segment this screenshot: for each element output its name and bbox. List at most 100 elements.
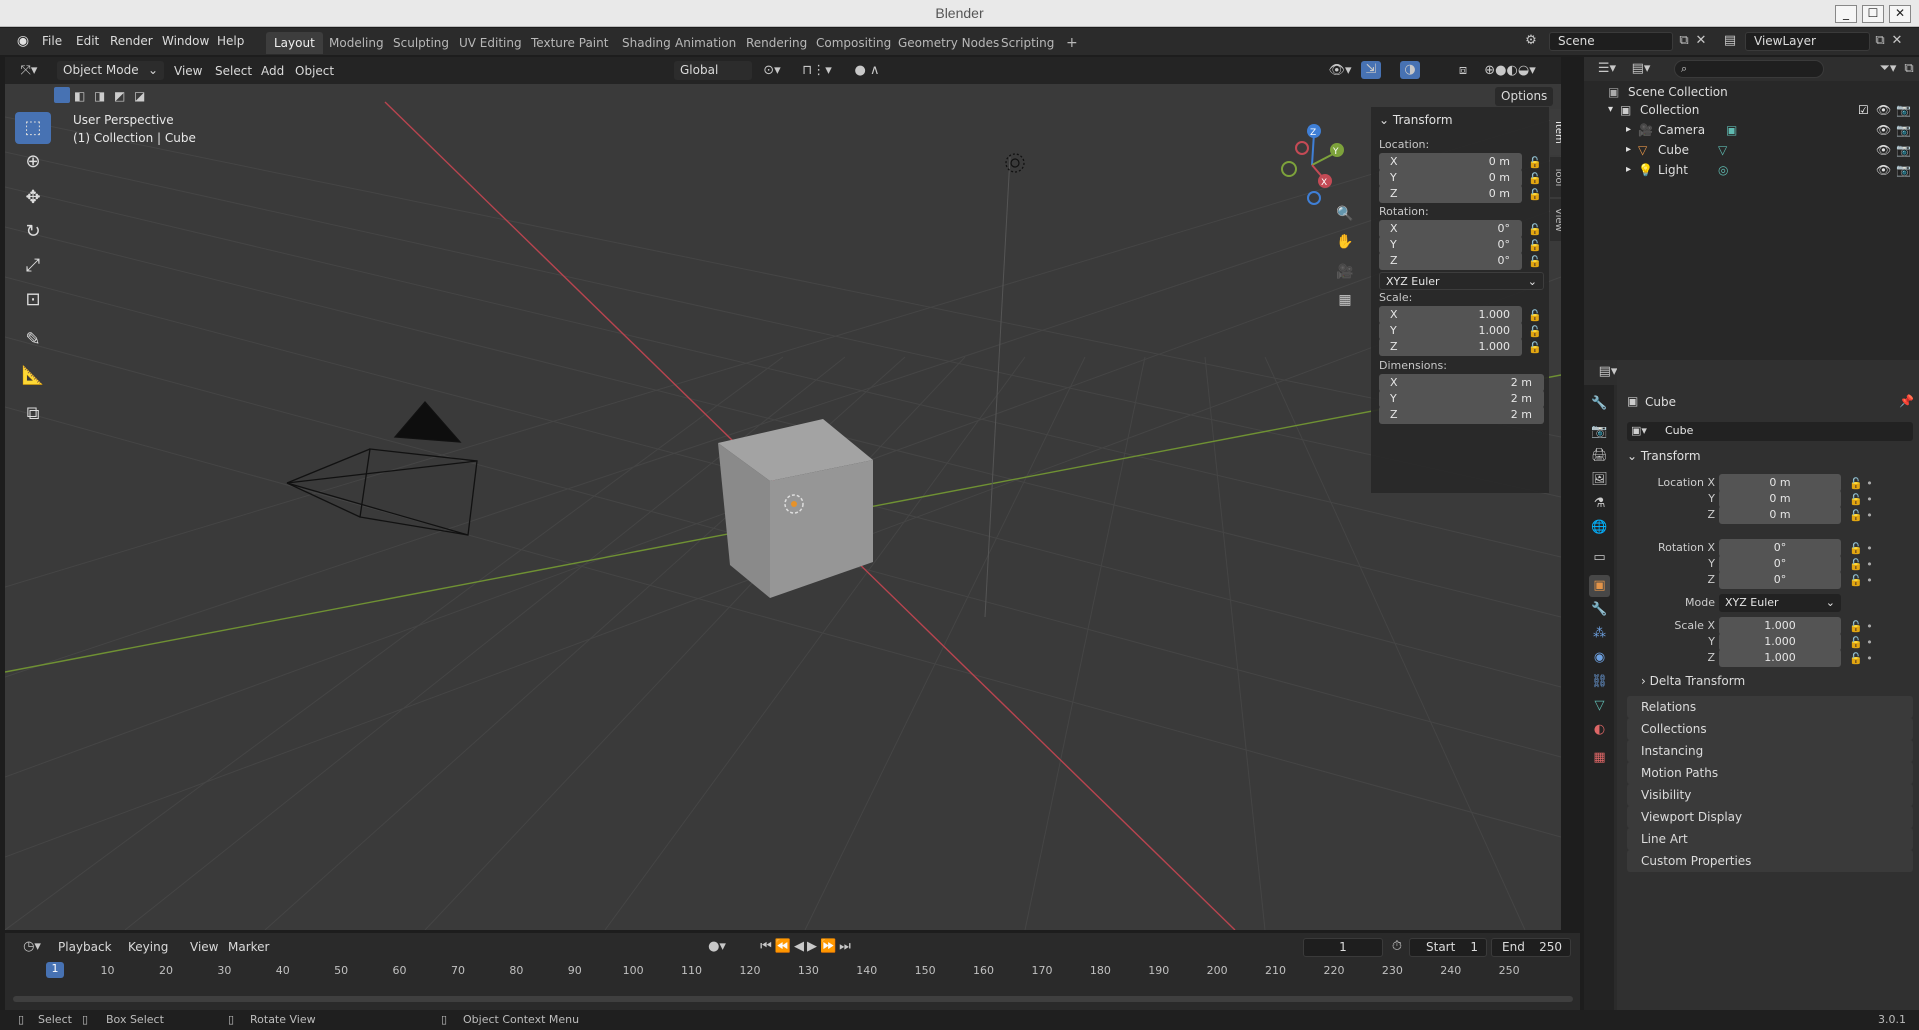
npanel-scale-z[interactable]: Z 1.000 [1379,338,1522,356]
chevron-right-icon[interactable]: ▸ [1626,140,1631,160]
timeline-view-menu[interactable]: View [190,938,218,956]
start-frame-field[interactable]: Start 1 [1409,938,1487,957]
eye-icon[interactable]: 👁 [1876,160,1891,180]
tab-geometry-nodes[interactable]: Geometry Nodes [890,32,1007,54]
physics-tab-icon[interactable]: ◉ [1589,647,1610,669]
light-object[interactable] [1005,153,1025,173]
xray-icon[interactable]: ⧈ [1455,62,1471,80]
add-workspace-button[interactable]: + [1058,32,1086,54]
gizmo-neg-x-icon[interactable] [1295,141,1309,155]
material-tab-icon[interactable]: ◐ [1589,719,1610,741]
object-menu[interactable]: Object [295,62,334,80]
zoom-icon[interactable]: 🔍 [1335,205,1355,223]
playback-menu[interactable]: Playback [58,938,112,956]
section-collections[interactable]: Collections [1627,718,1913,740]
npanel-rotation-mode-dropdown[interactable]: XYZ Euler ⌄ [1379,272,1544,290]
transform-panel-header[interactable]: ⌄ Transform [1627,449,1701,463]
cube-object[interactable] [718,419,873,598]
view-menu[interactable]: View [174,62,202,80]
tab-sculpting[interactable]: Sculpting [385,32,457,54]
minimize-button[interactable]: _ [1835,5,1857,23]
camera-data-icon[interactable]: ▣ [1726,120,1737,140]
rotation-z-field[interactable]: 0° [1719,571,1841,589]
gizmo-neg-y-icon[interactable] [1281,161,1297,177]
menu-file[interactable]: File [35,32,69,51]
mesh-data-icon[interactable]: ▽ [1718,140,1727,160]
object-datablock-icon[interactable]: ▣▾ [1631,424,1647,437]
tab-scripting[interactable]: Scripting [993,32,1062,54]
keying-menu[interactable]: Keying [128,938,168,956]
lock-icon[interactable]: 🔓 [1528,325,1542,338]
lock-icon[interactable]: 🔓 [1528,309,1542,322]
lock-icon[interactable]: 🔓 [1528,239,1542,252]
section-viewport-display[interactable]: Viewport Display [1627,806,1913,828]
section-instancing[interactable]: Instancing [1627,740,1913,762]
section-motion-paths[interactable]: Motion Paths [1627,762,1913,784]
camera-render-icon[interactable]: 📷 [1896,140,1911,160]
transform-tool-icon[interactable]: ⊡ [15,284,51,316]
chevron-right-icon[interactable]: ▸ [1626,160,1631,180]
scene-tab-icon[interactable]: ⚗ [1589,493,1610,515]
outliner-row-cube[interactable]: ▸ ▽ Cube ▽ 👁 📷 [1584,140,1919,160]
tab-view[interactable]: View [1550,199,1561,241]
3d-viewport[interactable]: ⤧▾ Object Mode ⌄ View Select Add Object G… [5,57,1561,930]
orientation-dropdown[interactable]: Global [674,61,752,80]
marker-menu[interactable]: Marker [228,938,269,956]
tab-animation[interactable]: Animation [667,32,744,54]
location-z-field[interactable]: 0 m [1719,506,1841,524]
camera-render-icon[interactable]: 📷 [1896,100,1911,120]
lock-icon[interactable]: 🔓 [1528,341,1542,354]
remove-viewlayer-icon[interactable]: ✕ [1890,32,1904,50]
lock-icon[interactable]: 🔓 [1528,223,1542,236]
overlay-toggle-icon[interactable]: ◑ [1400,61,1420,79]
add-menu[interactable]: Add [261,62,284,80]
timeline-editor-icon[interactable]: ◷▾ [17,938,47,956]
current-frame-field[interactable]: 1 [1303,938,1383,957]
viewlayer-field[interactable]: ViewLayer [1745,32,1870,51]
section-relations[interactable]: Relations [1627,696,1913,718]
scale-tool-icon[interactable]: ⤢ [15,250,51,282]
menu-help[interactable]: Help [210,32,251,51]
end-frame-field[interactable]: End 250 [1491,938,1571,957]
lock-column-location[interactable]: 🔓 • 🔓 • 🔓 • [1849,476,1873,524]
tool-tab-icon[interactable]: 🔧 [1589,393,1610,415]
record-icon[interactable]: ●▾ [705,938,729,956]
particles-tab-icon[interactable]: ⁂ [1589,623,1610,645]
outliner-row-light[interactable]: ▸ 💡 Light ◎ 👁 📷 [1584,160,1919,180]
lock-icon[interactable]: 🔓 [1528,172,1542,185]
outliner-editor-icon[interactable]: ☰▾ [1594,60,1620,78]
ortho-toggle-icon[interactable]: ▦ [1335,291,1355,309]
outliner-row-collection[interactable]: ▾ ▣ Collection ☑ 👁 📷 [1584,100,1919,120]
new-scene-icon[interactable]: ⧉ [1676,32,1692,50]
pan-hand-icon[interactable]: ✋ [1335,233,1355,251]
camera-object[interactable] [286,401,478,536]
visibility-icon[interactable]: 👁▾ [1325,62,1355,80]
output-tab-icon[interactable]: 🖨 [1589,445,1610,467]
object-tab-icon[interactable]: ▣ [1589,575,1610,597]
move-tool-icon[interactable]: ✥ [15,182,51,214]
playback-controls-icons[interactable]: ⏮⏪◀▶⏩⏭ [747,938,867,956]
blender-logo-icon[interactable]: ◉ [14,32,32,50]
eye-icon[interactable]: 👁 [1876,140,1891,160]
filter-icon[interactable]: ⏷▾ [1874,60,1902,78]
mode-dropdown[interactable]: Object Mode ⌄ [57,61,164,80]
tab-texture-paint[interactable]: Texture Paint [523,32,616,54]
scale-z-field[interactable]: 1.000 [1719,649,1841,667]
tab-modeling[interactable]: Modeling [321,32,392,54]
select-new-icon[interactable] [54,87,70,103]
delta-transform-header[interactable]: › Delta Transform [1641,674,1745,688]
camera-view-icon[interactable]: 🎥 [1335,263,1355,281]
npanel-rotation-z[interactable]: Z 0° [1379,252,1522,270]
eye-icon[interactable]: 👁 [1876,120,1891,140]
lock-icon[interactable]: 🔓 [1528,156,1542,169]
tab-rendering[interactable]: Rendering [738,32,815,54]
selection-mode-icons[interactable]: ◧ ◨ ◩ ◪ [54,87,154,103]
tab-layout[interactable]: Layout [266,32,323,54]
camera-render-icon[interactable]: 📷 [1896,120,1911,140]
timeline-scrollbar[interactable] [13,996,1573,1002]
data-tab-icon[interactable]: ▽ [1589,695,1610,717]
chevron-down-icon[interactable]: ▾ [1608,100,1613,120]
tab-uv-editing[interactable]: UV Editing [451,32,530,54]
new-collection-icon[interactable]: ⧉ [1902,60,1916,78]
section-visibility[interactable]: Visibility [1627,784,1913,806]
